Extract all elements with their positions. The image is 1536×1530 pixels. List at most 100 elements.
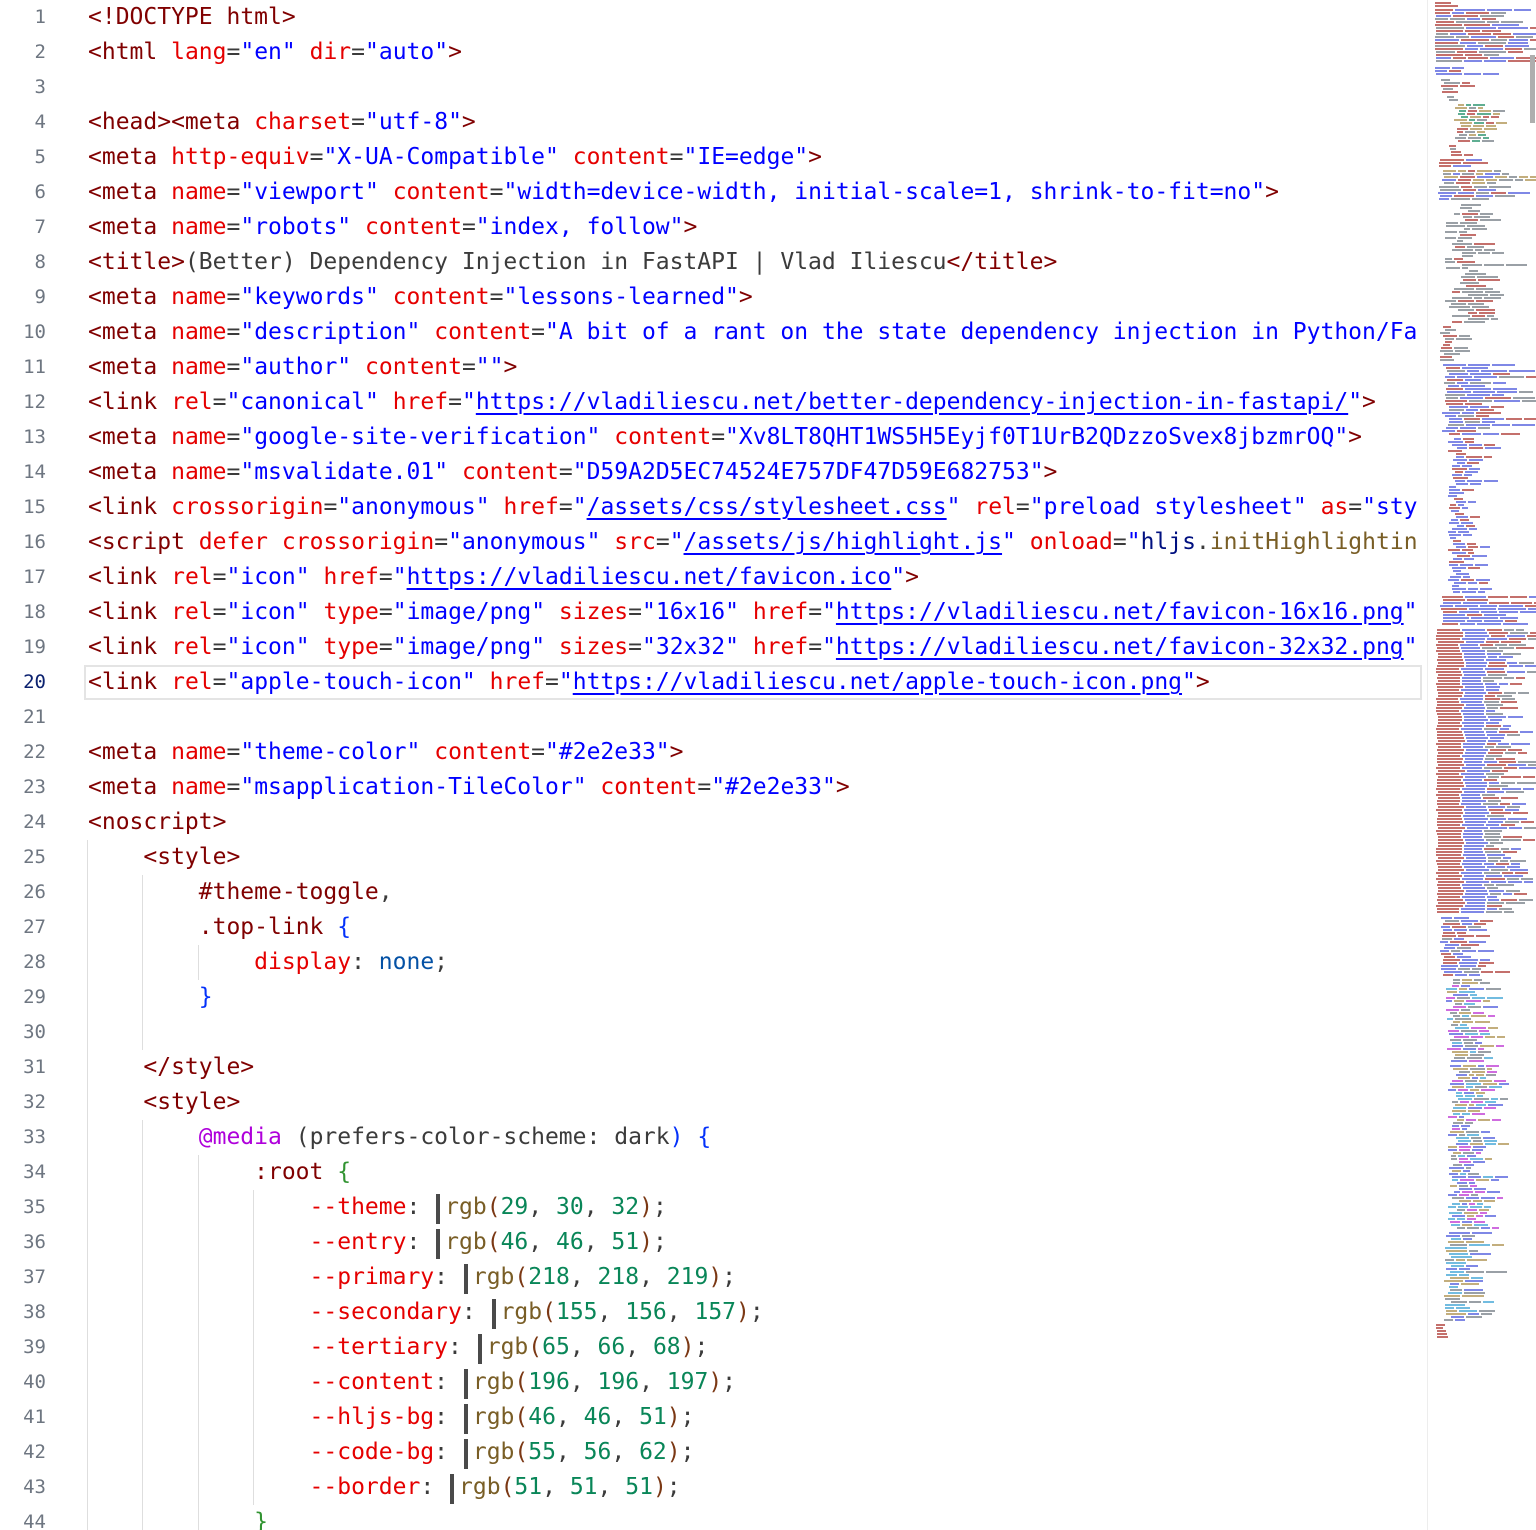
code-line[interactable] bbox=[88, 70, 1427, 105]
url-link[interactable]: /assets/css/stylesheet.css bbox=[587, 494, 947, 520]
code-line[interactable]: <link rel="apple-touch-icon" href="https… bbox=[88, 665, 1427, 700]
line-number[interactable]: 10 bbox=[0, 315, 46, 350]
url-link[interactable]: https://vladiliescu.net/favicon-32x32.pn… bbox=[836, 634, 1404, 660]
color-swatch[interactable] bbox=[491, 1299, 496, 1329]
line-number[interactable]: 5 bbox=[0, 140, 46, 175]
code-line[interactable]: --entry: rgb(46, 46, 51); bbox=[87, 1225, 1427, 1260]
code-line[interactable]: } bbox=[87, 980, 1427, 1015]
line-number[interactable]: 39 bbox=[0, 1330, 46, 1365]
code-line[interactable]: <style> bbox=[87, 1085, 1427, 1120]
code-line[interactable]: --content: rgb(196, 196, 197); bbox=[87, 1365, 1427, 1400]
url-link[interactable]: /assets/js/highlight.js bbox=[684, 529, 1003, 555]
code-line[interactable]: <meta name="keywords" content="lessons-l… bbox=[88, 280, 1427, 315]
code-line[interactable]: <noscript> bbox=[88, 805, 1427, 840]
line-number[interactable]: 34 bbox=[0, 1155, 46, 1190]
code-line[interactable]: --theme: rgb(29, 30, 32); bbox=[87, 1190, 1427, 1225]
line-number[interactable]: 22 bbox=[0, 735, 46, 770]
scrollbar-thumb[interactable] bbox=[1530, 55, 1535, 123]
url-link[interactable]: https://vladiliescu.net/apple-touch-icon… bbox=[573, 669, 1182, 695]
code-line[interactable] bbox=[88, 700, 1427, 735]
line-number[interactable]: 32 bbox=[0, 1085, 46, 1120]
code-line[interactable]: :root { bbox=[87, 1155, 1427, 1190]
line-number[interactable]: 31 bbox=[0, 1050, 46, 1085]
code-line[interactable]: <style> bbox=[87, 840, 1427, 875]
url-link[interactable]: https://vladiliescu.net/favicon.ico bbox=[407, 564, 892, 590]
line-number[interactable]: 40 bbox=[0, 1365, 46, 1400]
code-line[interactable]: <link rel="icon" type="image/png" sizes=… bbox=[88, 630, 1427, 665]
line-number[interactable]: 30 bbox=[0, 1015, 46, 1050]
line-number[interactable]: 15 bbox=[0, 490, 46, 525]
code-line[interactable]: --secondary: rgb(155, 156, 157); bbox=[87, 1295, 1427, 1330]
line-number[interactable]: 4 bbox=[0, 105, 46, 140]
code-area[interactable]: <!DOCTYPE html> <html lang="en" dir="auto… bbox=[87, 0, 1427, 1530]
url-link[interactable]: https://vladiliescu.net/favicon-16x16.pn… bbox=[836, 599, 1404, 625]
code-editor[interactable]: 1 2 3 4 5 6 7 8 9 10 11 12 13 14 15 16 17 18 19 20 21 22 23 24 2… bbox=[0, 0, 1427, 1530]
code-line[interactable]: <link rel="icon" href="https://vladilies… bbox=[88, 560, 1427, 595]
line-number[interactable]: 6 bbox=[0, 175, 46, 210]
line-number[interactable]: 21 bbox=[0, 700, 46, 735]
code-line[interactable]: <html lang="en" dir="auto"> bbox=[88, 35, 1427, 70]
line-number[interactable]: 24 bbox=[0, 805, 46, 840]
code-line[interactable]: --code-bg: rgb(55, 56, 62); bbox=[87, 1435, 1427, 1470]
code-line[interactable]: <head><meta charset="utf-8"> bbox=[88, 105, 1427, 140]
code-line[interactable]: <meta name="viewport" content="width=dev… bbox=[88, 175, 1427, 210]
code-line[interactable]: <!DOCTYPE html> bbox=[88, 0, 1427, 35]
line-number[interactable]: 17 bbox=[0, 560, 46, 595]
code-line[interactable]: display: none; bbox=[87, 945, 1427, 980]
line-number[interactable]: 3 bbox=[0, 70, 46, 105]
line-number[interactable]: 41 bbox=[0, 1400, 46, 1435]
code-line[interactable]: <meta name="theme-color" content="#2e2e3… bbox=[88, 735, 1427, 770]
line-number[interactable]: 1 bbox=[0, 0, 46, 35]
line-number[interactable]: 20 bbox=[0, 665, 46, 700]
code-line[interactable]: <meta name="google-site-verification" co… bbox=[88, 420, 1427, 455]
line-number[interactable]: 26 bbox=[0, 875, 46, 910]
line-number[interactable]: 23 bbox=[0, 770, 46, 805]
line-number[interactable]: 18 bbox=[0, 595, 46, 630]
line-number[interactable]: 8 bbox=[0, 245, 46, 280]
code-line[interactable]: --border: rgb(51, 51, 51); bbox=[87, 1470, 1427, 1505]
color-swatch[interactable] bbox=[463, 1404, 468, 1434]
color-swatch[interactable] bbox=[436, 1194, 441, 1224]
line-number[interactable]: 37 bbox=[0, 1260, 46, 1295]
line-number[interactable]: 36 bbox=[0, 1225, 46, 1260]
line-number[interactable]: 42 bbox=[0, 1435, 46, 1470]
line-number[interactable]: 28 bbox=[0, 945, 46, 980]
code-line[interactable]: --tertiary: rgb(65, 66, 68); bbox=[87, 1330, 1427, 1365]
color-swatch[interactable] bbox=[463, 1439, 468, 1469]
code-line[interactable]: <script defer crossorigin="anonymous" sr… bbox=[88, 525, 1427, 560]
line-number[interactable]: 25 bbox=[0, 840, 46, 875]
line-number[interactable]: 35 bbox=[0, 1190, 46, 1225]
code-line[interactable]: <meta name="msapplication-TileColor" con… bbox=[88, 770, 1427, 805]
line-number[interactable]: 44 bbox=[0, 1505, 46, 1530]
color-swatch[interactable] bbox=[463, 1264, 468, 1294]
color-swatch[interactable] bbox=[463, 1369, 468, 1399]
color-swatch[interactable] bbox=[450, 1474, 455, 1504]
code-line[interactable]: .top-link { bbox=[87, 910, 1427, 945]
line-number[interactable]: 2 bbox=[0, 35, 46, 70]
minimap[interactable] bbox=[1427, 0, 1536, 1530]
code-line[interactable]: --hljs-bg: rgb(46, 46, 51); bbox=[87, 1400, 1427, 1435]
line-number[interactable]: 11 bbox=[0, 350, 46, 385]
code-line[interactable]: #theme-toggle, bbox=[87, 875, 1427, 910]
line-number[interactable]: 33 bbox=[0, 1120, 46, 1155]
code-line[interactable]: <link rel="icon" type="image/png" sizes=… bbox=[88, 595, 1427, 630]
line-number[interactable]: 38 bbox=[0, 1295, 46, 1330]
line-number[interactable]: 13 bbox=[0, 420, 46, 455]
color-swatch[interactable] bbox=[436, 1229, 441, 1259]
line-number[interactable]: 12 bbox=[0, 385, 46, 420]
code-line[interactable]: @media (prefers-color-scheme: dark) { bbox=[87, 1120, 1427, 1155]
line-number[interactable]: 43 bbox=[0, 1470, 46, 1505]
line-number[interactable]: 29 bbox=[0, 980, 46, 1015]
color-swatch[interactable] bbox=[477, 1334, 482, 1364]
code-line[interactable]: <meta name="author" content=""> bbox=[88, 350, 1427, 385]
code-line[interactable]: <meta name="msvalidate.01" content="D59A… bbox=[88, 455, 1427, 490]
code-line[interactable] bbox=[87, 1015, 1427, 1050]
code-line[interactable]: <link rel="canonical" href="https://vlad… bbox=[88, 385, 1427, 420]
line-number[interactable]: 16 bbox=[0, 525, 46, 560]
code-line[interactable]: <meta name="description" content="A bit … bbox=[88, 315, 1427, 350]
code-line[interactable]: --primary: rgb(218, 218, 219); bbox=[87, 1260, 1427, 1295]
code-line[interactable]: </style> bbox=[87, 1050, 1427, 1085]
line-number[interactable]: 9 bbox=[0, 280, 46, 315]
line-number[interactable]: 14 bbox=[0, 455, 46, 490]
code-line[interactable]: <meta name="robots" content="index, foll… bbox=[88, 210, 1427, 245]
